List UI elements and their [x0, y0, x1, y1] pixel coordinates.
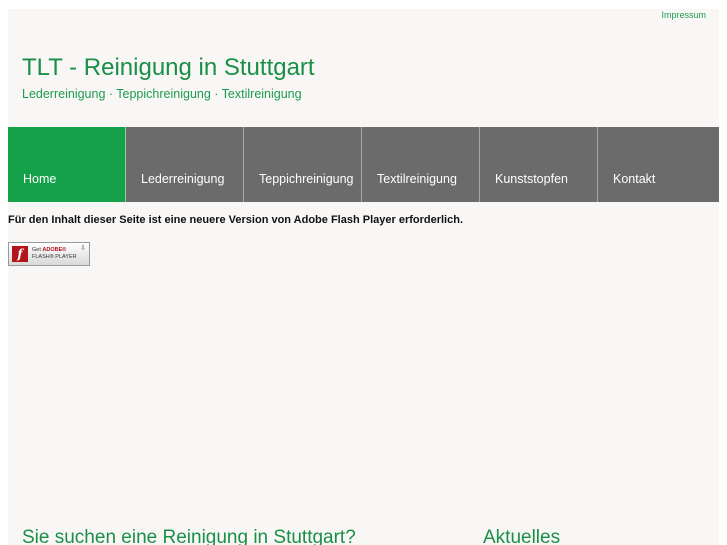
- nav-item-lederreinigung[interactable]: Lederreinigung: [126, 127, 244, 202]
- page-container: Impressum TLT - Reinigung in Stuttgart L…: [8, 9, 719, 545]
- flash-badge-adobe: ADOBE®: [42, 247, 67, 253]
- nav-item-teppichreinigung[interactable]: Teppichreinigung: [244, 127, 362, 202]
- flash-badge-player: FLASH® PLAYER: [32, 254, 77, 260]
- flash-required-message: Für den Inhalt dieser Seite ist eine neu…: [8, 214, 464, 226]
- site-tagline: Lederreinigung · Teppichreinigung · Text…: [22, 87, 302, 101]
- flash-badge-get: Get: [32, 247, 43, 253]
- nav-item-home[interactable]: Home: [8, 127, 126, 202]
- nav-item-label: Kontakt: [613, 172, 656, 186]
- nav-item-label: Textilreinigung: [377, 172, 457, 186]
- nav-item-kunststopfen[interactable]: Kunststopfen: [480, 127, 598, 202]
- get-flash-player-button[interactable]: f Get ADOBE® FLASH® PLAYER ⇩: [8, 242, 90, 266]
- download-arrow-icon: ⇩: [80, 245, 86, 252]
- nav-item-kontakt[interactable]: Kontakt: [598, 127, 719, 202]
- section-heading-news: Aktuelles: [483, 527, 561, 545]
- nav-item-label: Teppichreinigung: [259, 172, 354, 186]
- nav-item-textilreinigung[interactable]: Textilreinigung: [362, 127, 480, 202]
- site-title: TLT - Reinigung in Stuttgart: [22, 54, 315, 81]
- flash-badge-text: Get ADOBE® FLASH® PLAYER: [32, 247, 77, 261]
- impressum-link[interactable]: Impressum: [661, 10, 706, 20]
- section-heading-search: Sie suchen eine Reinigung in Stuttgart?: [22, 527, 356, 545]
- main-nav: Home Lederreinigung Teppichreinigung Tex…: [8, 127, 719, 202]
- flash-logo-icon: f: [12, 246, 28, 262]
- nav-item-label: Lederreinigung: [141, 172, 225, 186]
- nav-item-label: Kunststopfen: [495, 172, 568, 186]
- nav-item-label: Home: [23, 172, 57, 186]
